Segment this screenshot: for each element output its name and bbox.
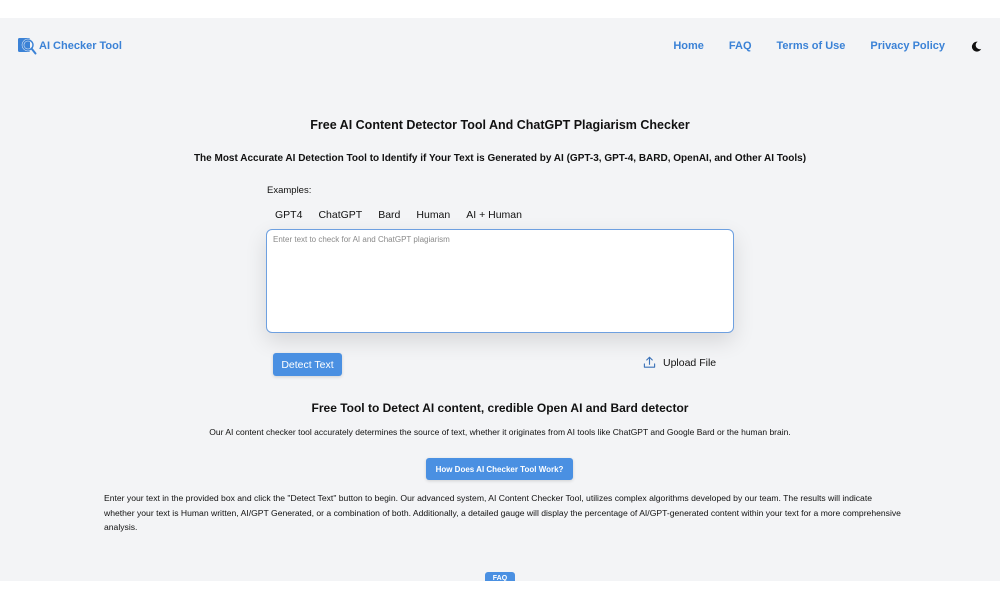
page-subtitle: The Most Accurate AI Detection Tool to I… — [193, 153, 807, 164]
upload-file-label: Upload File — [663, 356, 717, 369]
logo-text: AI Checker Tool — [39, 40, 122, 52]
nav-link-privacy[interactable]: Privacy Policy — [870, 40, 945, 52]
main-nav: Home FAQ Terms of Use Privacy Policy — [673, 40, 1000, 52]
upload-icon — [643, 356, 656, 368]
logo-icon — [18, 38, 37, 55]
example-tab-ai-human[interactable]: AI + Human — [458, 206, 530, 224]
nav-link-faq[interactable]: FAQ — [729, 40, 752, 52]
nav-link-terms[interactable]: Terms of Use — [777, 40, 846, 52]
example-tab-bard[interactable]: Bard — [370, 206, 408, 224]
how-it-works-button[interactable]: How Does AI Checker Tool Work? — [426, 458, 573, 480]
page-title: Free AI Content Detector Tool And ChatGP… — [310, 118, 690, 132]
logo[interactable]: AI Checker Tool — [17, 36, 122, 56]
detect-text-button[interactable]: Detect Text — [273, 353, 342, 376]
section-description: Our AI content checker tool accurately d… — [209, 427, 791, 437]
examples-tabs: GPT4 ChatGPT Bard Human AI + Human — [267, 206, 530, 224]
upload-file-button[interactable]: Upload File — [643, 356, 716, 369]
example-tab-gpt4[interactable]: GPT4 — [267, 206, 310, 224]
moon-icon — [971, 41, 981, 52]
page: AI Checker Tool Home FAQ Terms of Use Pr… — [0, 18, 1000, 581]
example-tab-chatgpt[interactable]: ChatGPT — [310, 206, 370, 224]
explanation-paragraph: Enter your text in the provided box and … — [104, 493, 901, 532]
header: AI Checker Tool Home FAQ Terms of Use Pr… — [0, 18, 1000, 74]
example-tab-human[interactable]: Human — [408, 206, 458, 224]
faq-button[interactable]: FAQ — [485, 572, 515, 581]
nav-link-home[interactable]: Home — [673, 40, 704, 52]
theme-toggle-button[interactable] — [970, 40, 982, 52]
section-title: Free Tool to Detect AI content, credible… — [311, 401, 689, 415]
text-input[interactable] — [266, 229, 734, 333]
examples-label: Examples: — [267, 185, 312, 196]
